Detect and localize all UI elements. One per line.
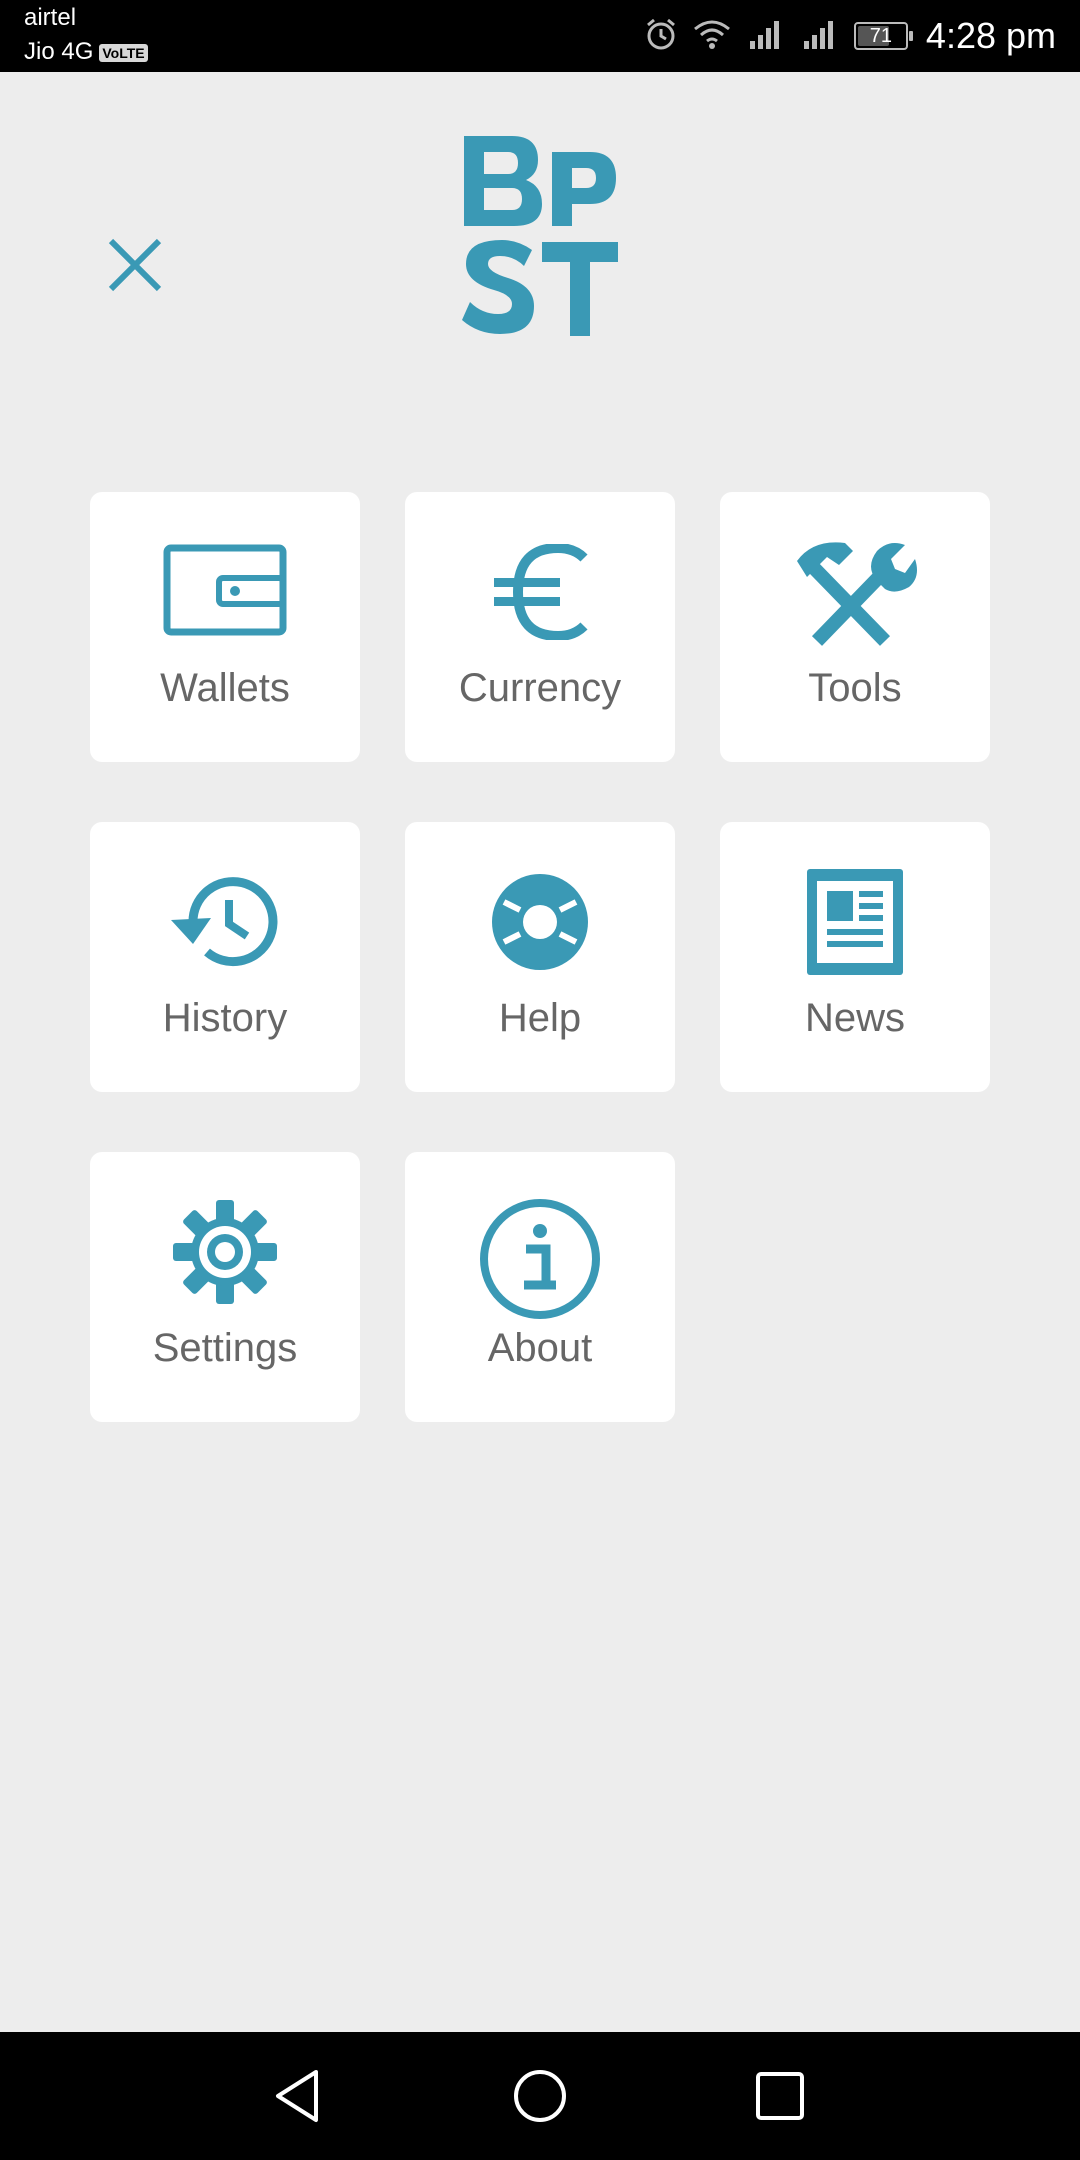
wallet-icon — [160, 542, 290, 642]
back-icon — [276, 2070, 318, 2122]
tile-label: History — [162, 996, 288, 1040]
tile-label: Wallets — [160, 666, 290, 710]
lifebuoy-icon — [475, 872, 605, 972]
status-bar: airtel Jio 4G VoLTE 71 4:28 pm — [0, 0, 1080, 72]
tile-label: News — [804, 996, 906, 1040]
carrier-secondary-label: Jio 4G — [24, 38, 94, 65]
tile-label: Help — [498, 996, 582, 1040]
navigation-bar — [0, 2032, 1080, 2160]
wifi-icon — [692, 17, 732, 56]
volte-badge: VoLTE — [99, 43, 148, 62]
tools-icon — [790, 542, 920, 646]
newspaper-icon — [790, 869, 920, 975]
about-button[interactable]: About — [405, 1152, 675, 1422]
carrier-name: airtel — [24, 4, 77, 31]
clock: 4:28 pm — [925, 15, 1056, 56]
logo — [460, 130, 620, 340]
tile-label: Settings — [152, 1326, 298, 1370]
history-button[interactable]: History — [90, 822, 360, 1092]
alarm-icon — [644, 17, 678, 56]
settings-button[interactable]: Settings — [90, 1152, 360, 1422]
bpst-logo — [462, 136, 618, 336]
tile-label: Currency — [458, 666, 622, 710]
close-button[interactable] — [100, 230, 170, 300]
status-icons: 71 4:28 pm — [644, 0, 1056, 72]
help-button[interactable]: Help — [405, 822, 675, 1092]
news-button[interactable]: News — [720, 822, 990, 1092]
recents-button[interactable] — [750, 2066, 810, 2126]
history-icon — [160, 872, 290, 972]
signal-icon-secondary — [800, 17, 840, 56]
menu-grid: Wallets Currency Tools History Help News — [90, 492, 990, 1422]
carrier-name-secondary: Jio 4G VoLTE — [24, 38, 148, 66]
euro-icon — [475, 542, 605, 642]
tools-button[interactable]: Tools — [720, 492, 990, 762]
tile-label: Tools — [808, 666, 902, 710]
battery-icon: 71 — [853, 22, 913, 50]
gear-icon — [160, 1200, 290, 1304]
recents-icon — [756, 2072, 804, 2120]
wallets-button[interactable]: Wallets — [90, 492, 360, 762]
battery-percent: 71 — [869, 24, 893, 47]
info-icon — [475, 1199, 605, 1319]
close-icon — [108, 238, 162, 292]
tile-label: About — [487, 1326, 593, 1370]
home-icon — [514, 2070, 566, 2122]
currency-button[interactable]: Currency — [405, 492, 675, 762]
back-button[interactable] — [268, 2066, 328, 2126]
signal-icon — [746, 17, 786, 56]
home-button[interactable] — [510, 2066, 570, 2126]
